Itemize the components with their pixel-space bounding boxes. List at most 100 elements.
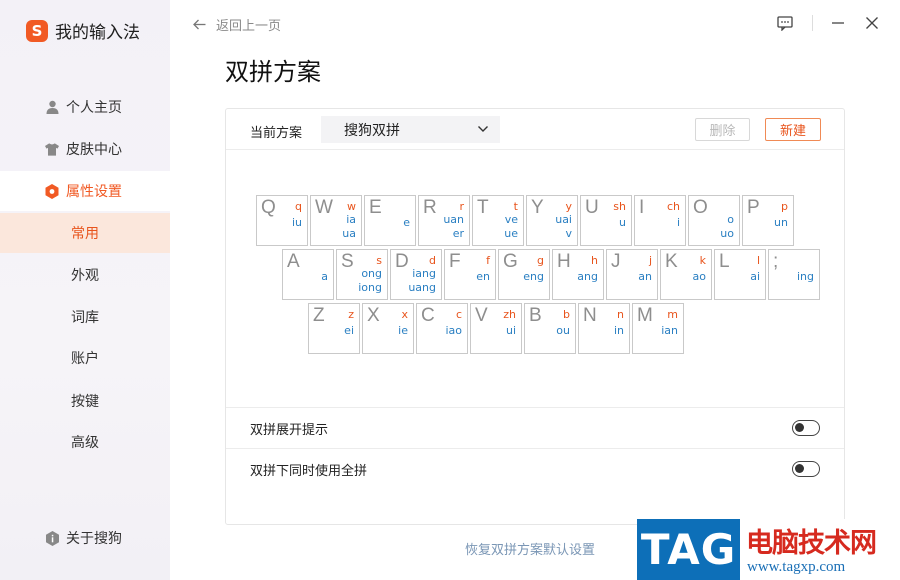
key-initial: d <box>429 254 436 267</box>
key-final: o <box>727 213 734 226</box>
sidebar-subitem-account[interactable]: 账户 <box>0 338 170 378</box>
sidebar-subitem-common[interactable]: 常用 <box>0 213 170 253</box>
watermark: TAG 电脑技术网 www.tagxp.com <box>637 519 900 580</box>
key-letter: C <box>421 305 435 326</box>
key-t[interactable]: Tt ve ue <box>472 195 524 246</box>
key-l[interactable]: Ll ai <box>714 249 766 300</box>
key-v[interactable]: Vzh ui <box>470 303 522 354</box>
key-final: ue <box>504 227 518 240</box>
key-final: ie <box>398 324 408 337</box>
key-final: en <box>476 270 490 283</box>
key-final: iu <box>291 216 302 229</box>
key-initial: h <box>591 254 598 267</box>
key-final: ao <box>692 270 706 283</box>
key-initial: b <box>563 308 570 321</box>
key-initial: j <box>648 254 652 267</box>
key-letter: I <box>639 197 645 218</box>
key-initial: m <box>667 308 678 321</box>
key-initial: k <box>699 254 706 267</box>
expand-hint-toggle[interactable] <box>792 420 820 436</box>
key-o[interactable]: Oo uo <box>688 195 740 246</box>
page-title: 双拼方案 <box>225 58 321 86</box>
back-link[interactable]: 返回上一页 <box>193 15 281 34</box>
key-q[interactable]: Qq iu <box>256 195 308 246</box>
feedback-icon[interactable] <box>774 12 796 34</box>
sogou-logo-icon: S <box>26 19 48 42</box>
back-label: 返回上一页 <box>216 19 282 34</box>
delete-button[interactable]: 删除 <box>695 118 750 141</box>
sidebar-subitem-dictionary[interactable]: 词库 <box>0 297 170 337</box>
key-initial: ch <box>666 200 680 213</box>
key-i[interactable]: Ich i <box>634 195 686 246</box>
key-b[interactable]: Bb ou <box>524 303 576 354</box>
key-final: uan <box>443 213 464 226</box>
watermark-site-name: 电脑技术网 <box>746 528 877 559</box>
key-x[interactable]: Xx ie <box>362 303 414 354</box>
key-final: iang <box>412 267 436 280</box>
key-final: eng <box>523 270 544 283</box>
key-c[interactable]: Cc iao <box>416 303 468 354</box>
key-z[interactable]: Zz ei <box>308 303 360 354</box>
key-letter: N <box>583 305 597 326</box>
option-row-expand-hint: 双拼展开提示 <box>226 408 844 448</box>
key-f[interactable]: Ff en <box>444 249 496 300</box>
key-n[interactable]: Nn in <box>578 303 630 354</box>
close-icon[interactable] <box>861 12 883 34</box>
key-final: uo <box>720 227 734 240</box>
key-initial: t <box>513 200 518 213</box>
key-final: ang <box>577 270 598 283</box>
sidebar-item-profile[interactable]: 个人主页 <box>0 87 170 127</box>
key-w[interactable]: Ww ia ua <box>310 195 362 246</box>
key-letter: H <box>557 251 571 272</box>
sidebar-item-skins[interactable]: 皮肤中心 <box>0 129 170 169</box>
key-final: ian <box>661 324 678 337</box>
key-initial: z <box>348 308 354 321</box>
sidebar-item-about[interactable]: 关于搜狗 <box>0 518 170 558</box>
minimize-icon[interactable] <box>827 12 849 34</box>
key-final: ia <box>346 213 356 226</box>
key-initial: sh <box>613 200 626 213</box>
key-semicolon[interactable]: ; ing <box>768 249 820 300</box>
key-letter: R <box>423 197 437 218</box>
key-final: an <box>638 270 652 283</box>
key-letter: U <box>585 197 599 218</box>
key-final: ei <box>344 324 354 337</box>
key-u[interactable]: Ush u <box>580 195 632 246</box>
key-initial: c <box>455 308 462 321</box>
key-g[interactable]: Gg eng <box>498 249 550 300</box>
key-h[interactable]: Hh ang <box>552 249 604 300</box>
key-a[interactable]: Aa <box>282 249 334 300</box>
full-pinyin-toggle[interactable] <box>792 461 820 477</box>
key-p[interactable]: Pp un <box>742 195 794 246</box>
key-k[interactable]: Kk ao <box>660 249 712 300</box>
sidebar-subitem-appearance[interactable]: 外观 <box>0 255 170 295</box>
key-j[interactable]: Jj an <box>606 249 658 300</box>
key-letter: M <box>637 305 653 326</box>
option-label: 双拼展开提示 <box>250 423 329 438</box>
restore-defaults-link[interactable]: 恢复双拼方案默认设置 <box>465 539 595 558</box>
key-letter: T <box>477 197 489 218</box>
scheme-select[interactable]: 搜狗双拼 <box>321 116 500 143</box>
key-r[interactable]: Rr uan er <box>418 195 470 246</box>
panel-divider <box>226 149 844 150</box>
sidebar-item-preferences[interactable]: 属性设置 <box>0 171 170 211</box>
toggle-knob <box>795 464 804 473</box>
key-final: ui <box>505 324 516 337</box>
key-letter: Y <box>531 197 544 218</box>
brand: S 我的输入法 <box>26 18 140 43</box>
sidebar-subitem-keys[interactable]: 按键 <box>0 381 170 421</box>
key-m[interactable]: Mm ian <box>632 303 684 354</box>
key-final: ong <box>361 267 382 280</box>
key-d[interactable]: Dd iang uang <box>390 249 442 300</box>
key-letter: F <box>449 251 461 272</box>
key-s[interactable]: Ss ong iong <box>336 249 388 300</box>
info-shield-icon <box>45 530 59 546</box>
key-e[interactable]: Ee <box>364 195 416 246</box>
key-initial: f <box>486 254 490 267</box>
key-initial: y <box>565 200 572 213</box>
key-initial: g <box>537 254 544 267</box>
sidebar-subitem-advanced[interactable]: 高级 <box>0 422 170 462</box>
new-button[interactable]: 新建 <box>765 118 821 141</box>
user-icon <box>45 100 59 114</box>
key-y[interactable]: Yy uai v <box>526 195 578 246</box>
